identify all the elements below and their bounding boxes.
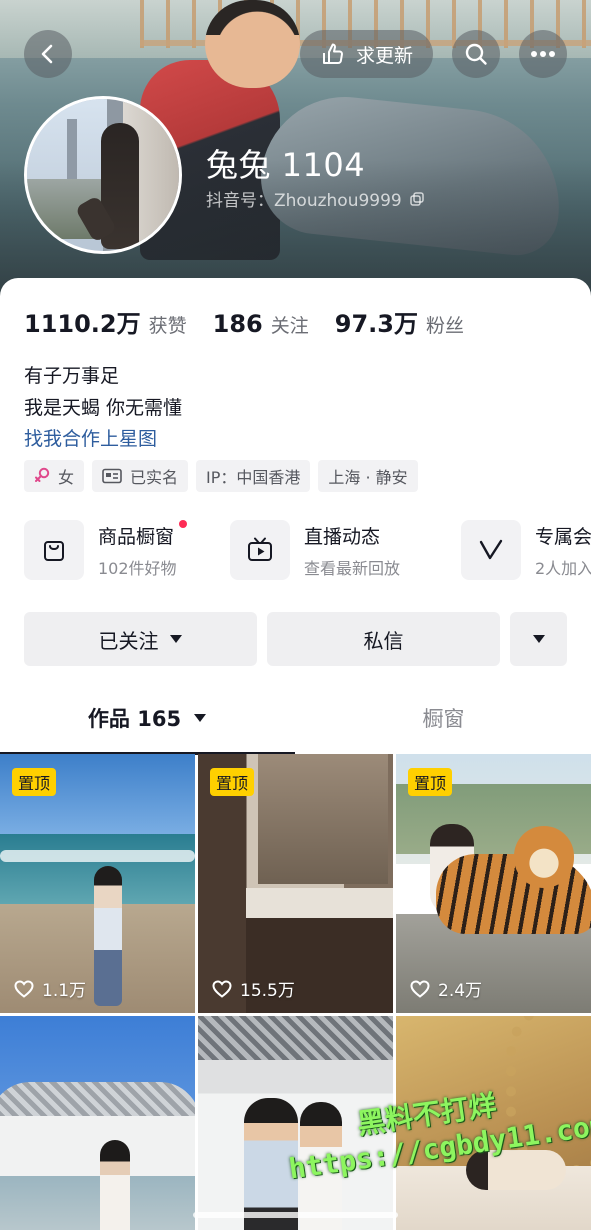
video-thumbnail-2[interactable]: 置顶 15.5万 <box>198 754 393 1013</box>
shopping-bag-icon <box>44 541 64 561</box>
service-membership-icon-box <box>461 520 521 580</box>
back-button[interactable] <box>24 30 72 78</box>
nickname: 兔兔 1104 <box>206 146 366 184</box>
service-live-title: 直播动态 <box>304 525 381 548</box>
thumb-scene <box>0 1176 195 1230</box>
copy-icon[interactable] <box>409 191 424 206</box>
service-shop-subtitle: 102件好物 <box>98 558 177 578</box>
bio-link[interactable]: 找我合作上星图 <box>24 424 157 451</box>
stat-likes-value: 1110.2万 <box>24 310 141 338</box>
heart-icon <box>14 979 34 998</box>
like-count: 1.1万 <box>14 976 86 1001</box>
id-card-icon <box>102 468 122 484</box>
service-shop-title: 商品橱窗 <box>98 519 187 549</box>
service-membership-subtitle: 2人加入 <box>535 558 591 578</box>
content-tabs: 作品 165 橱窗 <box>0 682 591 755</box>
like-count: 2.4万 <box>410 976 482 1001</box>
following-button[interactable]: 已关注 <box>24 612 257 666</box>
tag-ip-label: IP：中国香港 <box>206 468 301 487</box>
pinned-badge: 置顶 <box>12 768 57 796</box>
douyin-id-text: 抖音号：Zhouzhou9999 <box>206 191 402 211</box>
following-label: 已关注 <box>98 628 159 653</box>
service-membership-text: 专属会 2人加入 <box>535 522 591 579</box>
service-live-text: 直播动态 查看最新回放 <box>304 522 400 579</box>
stat-following[interactable]: 186 关注 <box>213 310 309 338</box>
stat-followers-label: 粉丝 <box>425 315 464 337</box>
video-thumbnail-4[interactable] <box>0 1016 195 1230</box>
douyin-id: 抖音号：Zhouzhou9999 <box>206 186 424 211</box>
service-live-icon-box <box>230 520 290 580</box>
hand-point-icon <box>322 43 343 64</box>
thumb-person <box>100 1140 130 1230</box>
stat-likes-label: 获赞 <box>148 315 187 337</box>
caret-down-icon <box>532 635 545 643</box>
tag-location-label: 上海 · 静安 <box>328 468 408 487</box>
thumb-tiger-head <box>514 826 574 888</box>
female-icon <box>35 467 50 482</box>
tag-row: 女 已实名 IP：中国香港 上海 · 静安 <box>24 460 418 492</box>
stat-followers-value: 97.3万 <box>334 310 418 338</box>
like-count-value: 1.1万 <box>42 981 87 1001</box>
request-update-label: 求更新 <box>355 44 413 67</box>
more-actions-button[interactable] <box>510 612 567 666</box>
stat-following-label: 关注 <box>270 315 309 337</box>
home-indicator[interactable] <box>193 1212 398 1218</box>
tag-gender: 女 <box>24 460 85 492</box>
caret-down-icon <box>169 635 182 643</box>
stats-row: 1110.2万 获赞 186 关注 97.3万 粉丝 <box>24 304 464 339</box>
tag-verified-label: 已实名 <box>130 468 179 487</box>
service-live[interactable]: 直播动态 查看最新回放 <box>230 520 400 580</box>
action-row: 已关注 私信 <box>24 612 567 666</box>
profile-page: 求更新 兔兔 1104 抖音号：Zhouzhou9999 1110.2万 获赞 … <box>0 0 591 1230</box>
thumb-scene <box>0 850 195 862</box>
search-button[interactable] <box>452 30 500 78</box>
tag-gender-label: 女 <box>58 468 75 487</box>
like-count: 15.5万 <box>212 976 295 1001</box>
stat-following-value: 186 <box>212 310 263 338</box>
tab-works[interactable]: 作品 165 <box>0 682 295 754</box>
bio-line-1: 有子万事足 <box>24 365 120 387</box>
service-shop-window[interactable]: 商品橱窗 102件好物 <box>24 519 187 580</box>
video-thumbnail-1[interactable]: 置顶 1.1万 <box>0 754 195 1013</box>
stat-likes[interactable]: 1110.2万 获赞 <box>24 304 187 339</box>
thumb-person <box>94 866 122 1006</box>
pinned-badge: 置顶 <box>408 768 453 796</box>
bio-line-2: 我是天蝎 你无需懂 <box>24 397 183 419</box>
service-shop-title-text: 商品橱窗 <box>98 525 175 548</box>
stat-followers[interactable]: 97.3万 粉丝 <box>335 304 464 339</box>
notification-dot <box>178 519 187 528</box>
more-button[interactable] <box>519 30 567 78</box>
tab-showcase-label: 橱窗 <box>422 707 465 731</box>
like-count-value: 15.5万 <box>240 981 295 1001</box>
bio: 有子万事足 我是天蝎 你无需懂 <box>24 360 182 424</box>
caret-down-icon <box>194 714 207 722</box>
chevron-left-icon <box>41 44 53 64</box>
pinned-badge: 置顶 <box>210 768 255 796</box>
video-thumbnail-3[interactable]: 置顶 2.4万 <box>396 754 591 1013</box>
tag-verified: 已实名 <box>92 460 189 492</box>
services-row: 商品橱窗 102件好物 直播动态 查看最新回放 专属会 2人加入 <box>24 519 591 582</box>
like-count-value: 2.4万 <box>438 981 483 1001</box>
service-live-subtitle: 查看最新回放 <box>304 558 401 578</box>
request-update-button[interactable]: 求更新 <box>300 30 433 78</box>
v-icon <box>479 539 503 560</box>
tv-icon <box>248 537 272 561</box>
tag-ip: IP：中国香港 <box>196 460 311 492</box>
tab-showcase[interactable]: 橱窗 <box>296 682 591 754</box>
heart-icon <box>212 979 232 998</box>
thumb-scene <box>198 1016 393 1060</box>
tab-works-label: 作品 165 <box>87 707 182 731</box>
banner-boy-head <box>205 0 300 88</box>
heart-icon <box>410 979 430 998</box>
search-icon <box>465 43 487 65</box>
message-button[interactable]: 私信 <box>267 612 500 666</box>
tag-location: 上海 · 静安 <box>318 460 418 492</box>
message-label: 私信 <box>363 628 404 653</box>
avatar[interactable] <box>24 96 182 254</box>
service-membership[interactable]: 专属会 2人加入 <box>461 520 591 580</box>
service-membership-title: 专属会 <box>535 525 591 548</box>
more-dots-icon <box>531 51 555 57</box>
service-shop-text: 商品橱窗 102件好物 <box>98 519 187 579</box>
service-shop-icon-box <box>24 520 84 580</box>
